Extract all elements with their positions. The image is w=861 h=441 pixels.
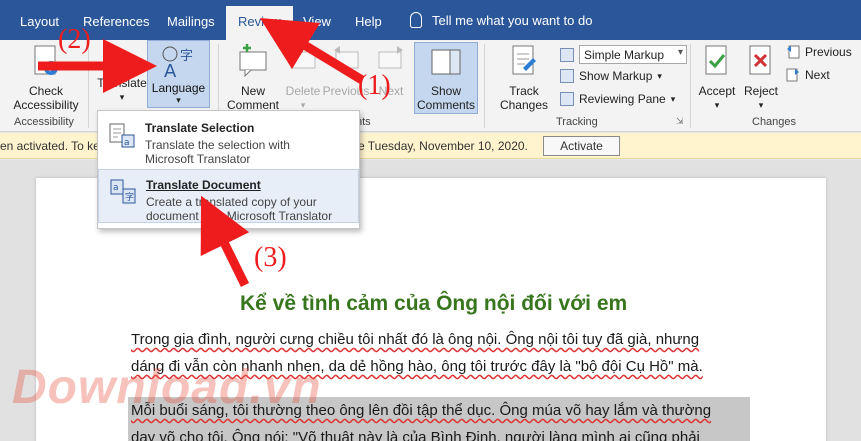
annotation-step-1: (1) [358, 70, 391, 101]
arrow-3 [200, 195, 250, 287]
arrow-1 [259, 17, 365, 84]
annotation-step-2: (2) [58, 24, 91, 55]
annotation-overlay [38, 17, 365, 287]
annotation-step-3: (3) [254, 242, 287, 273]
